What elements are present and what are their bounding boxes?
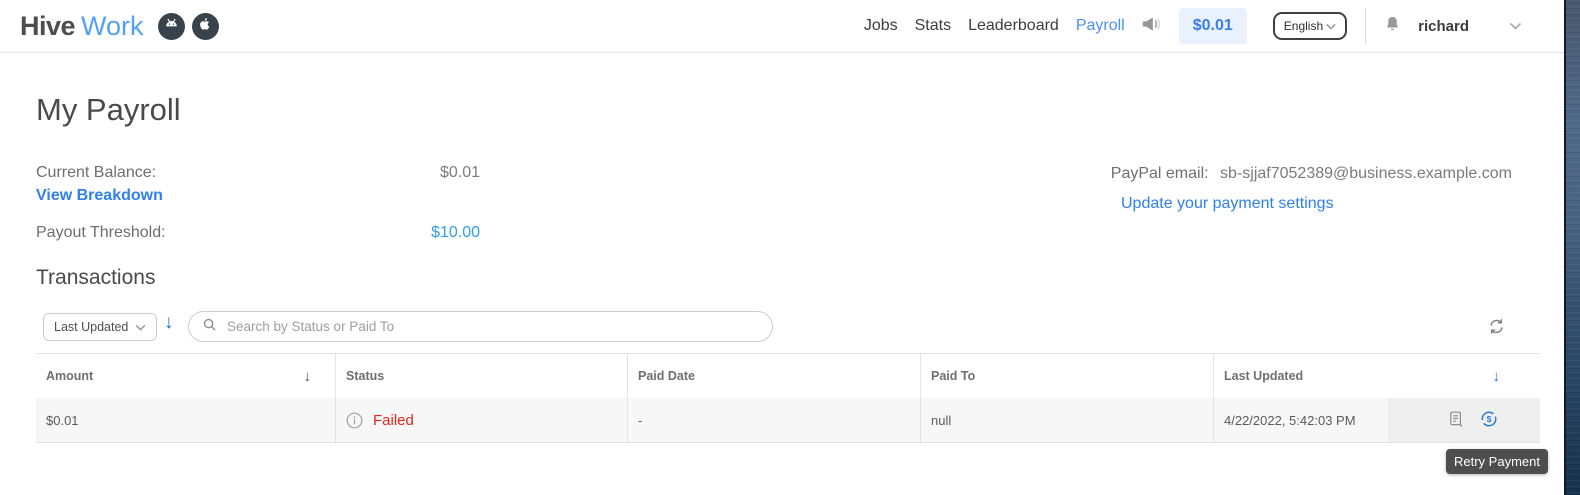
transactions-title: Transactions [36,266,156,289]
navbar-divider [1365,8,1367,44]
language-selector[interactable]: English [1272,12,1348,40]
row-actions-panel: $ [1388,398,1540,442]
notifications-button[interactable] [1384,15,1401,38]
status-failed-text: Failed [373,411,414,429]
paypal-email-label: PayPal email: [1110,165,1209,182]
sort-field-select[interactable]: Last Updated [43,313,157,341]
cell-status: Failed [335,398,627,442]
paypal-email-value: sb-sjjaf7052389@business.example.com [1220,165,1512,182]
brand-name-bold: Hive [20,10,76,41]
balance-badge[interactable]: $0.01 [1178,8,1247,44]
search-input[interactable] [225,318,759,335]
brand-logo[interactable]: Hive Work [20,11,144,42]
svg-text:$: $ [1487,414,1492,424]
amount-sort-icon[interactable]: ↓ [304,368,312,385]
username[interactable]: richard [1418,18,1469,35]
app-store-badges [157,12,219,40]
table-row: $0.01 Failed - null 4/22/2022, 5:42:03 P… [36,398,1540,443]
cell-paid-to: null [920,398,1213,442]
column-header-paid-date[interactable]: Paid Date [627,354,920,398]
announcements-button[interactable] [1141,15,1162,38]
nav-link-stats[interactable]: Stats [915,17,951,35]
view-details-button[interactable] [1448,410,1464,431]
update-payment-settings-link[interactable]: Update your payment settings [1121,195,1334,213]
apple-icon [198,16,212,37]
receipt-icon [1448,410,1464,431]
view-breakdown-link[interactable]: View Breakdown [36,187,163,205]
search-icon [202,317,217,337]
nav-link-leaderboard[interactable]: Leaderboard [968,17,1059,35]
last-updated-sort-icon[interactable]: ↓ [1493,368,1501,385]
android-icon [163,15,180,37]
navbar-right: Jobs Stats Leaderboard Payroll $0.01 Eng… [847,8,1522,44]
nav-link-jobs[interactable]: Jobs [864,17,898,35]
payout-threshold-value: $10.00 [431,224,480,241]
retry-payment-tooltip: Retry Payment [1446,449,1548,474]
bell-icon [1384,15,1401,38]
payroll-page: Hive Work Jobs Stats Leaderboard Payroll… [0,0,1580,495]
window-background-strip [1564,0,1580,495]
page-title: My Payroll [36,92,181,127]
ios-app-button[interactable] [191,12,219,40]
table-header-row: Amount ↓ Status Paid Date Paid To Last U… [36,353,1540,398]
cell-last-updated: 4/22/2022, 5:42:03 PM $ [1213,398,1540,442]
transactions-table: Amount ↓ Status Paid Date Paid To Last U… [36,353,1540,443]
column-header-status[interactable]: Status [335,354,627,398]
sort-field-value: Last Updated [54,320,129,334]
current-balance-label: Current Balance: [36,164,157,181]
cell-amount: $0.01 [46,412,79,428]
payout-threshold-label: Payout Threshold: [36,224,166,241]
android-app-button[interactable] [157,12,185,40]
refresh-icon [1488,318,1505,340]
sort-direction-button[interactable]: ↓ [164,312,174,334]
retry-payment-button[interactable]: $ [1480,410,1498,431]
current-balance-value: $0.01 [439,164,480,181]
cell-paid-date: - [627,398,920,442]
brand-name-light: Work [81,10,144,41]
retry-payment-icon: $ [1480,410,1498,431]
top-navbar: Hive Work Jobs Stats Leaderboard Payroll… [0,0,1564,53]
column-header-amount[interactable]: Amount ↓ [36,354,335,398]
chevron-down-icon [1326,19,1336,33]
info-icon[interactable] [346,412,363,429]
paypal-email-row: PayPal email: sb-sjjaf7052389@business.e… [1111,165,1512,183]
user-menu-chevron-icon[interactable] [1509,22,1522,30]
megaphone-icon [1141,15,1162,38]
language-label: English [1283,19,1324,33]
column-header-paid-to[interactable]: Paid To [920,354,1213,398]
nav-link-payroll[interactable]: Payroll [1076,17,1125,35]
chevron-down-icon [135,320,146,334]
refresh-button[interactable] [1488,318,1505,340]
transactions-search [188,311,773,342]
column-header-last-updated[interactable]: Last Updated ↓ [1213,354,1540,398]
